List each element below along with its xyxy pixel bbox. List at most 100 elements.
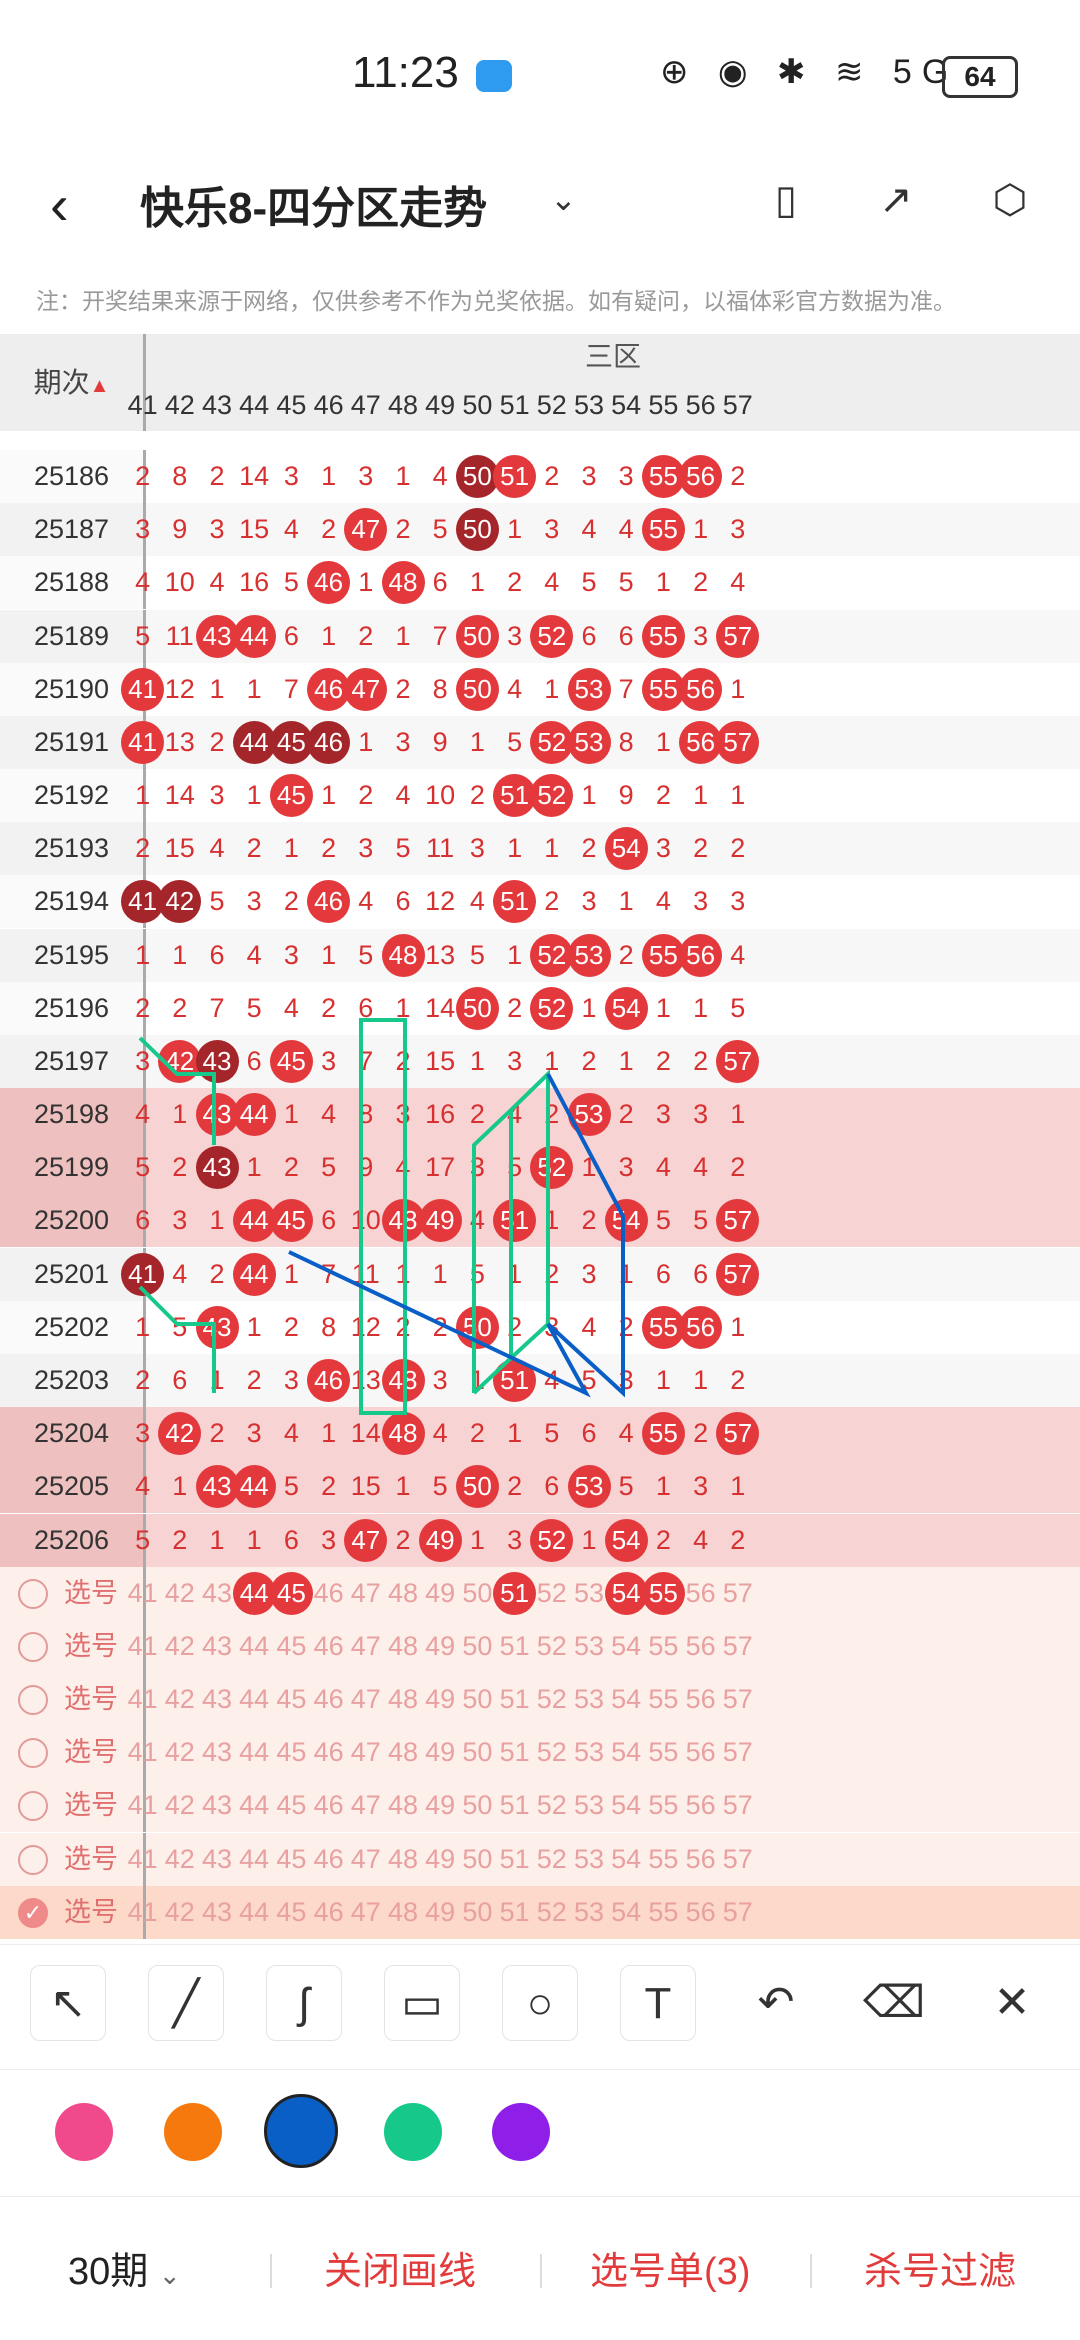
message-notification-icon <box>476 60 512 92</box>
number-ball: 50 <box>455 986 499 1030</box>
number-ball: 43 <box>195 1039 239 1083</box>
omission-value: 48 <box>387 1630 418 1661</box>
omission-value: 4 <box>135 1099 151 1130</box>
radio-icon[interactable] <box>18 1685 48 1716</box>
omission-value: 54 <box>611 1896 642 1927</box>
clear-tool-button[interactable]: ✕ <box>974 1965 1050 2041</box>
omission-value: 3 <box>581 886 597 917</box>
curve-tool-button[interactable]: ʃ <box>266 1965 342 2041</box>
checked-radio-icon[interactable]: ✓ <box>18 1897 48 1928</box>
omission-value: 52 <box>536 1577 567 1608</box>
omission-value: 12 <box>164 673 195 704</box>
settings-icon[interactable]: ⬡ <box>984 174 1036 226</box>
column-header: 54 <box>611 390 642 420</box>
omission-value: 57 <box>722 1577 753 1608</box>
eraser-tool-button[interactable]: ⌫ <box>856 1965 932 2041</box>
number-ball: 57 <box>716 1252 760 1296</box>
color-swatch[interactable] <box>384 2103 442 2161</box>
radio-icon[interactable] <box>18 1578 48 1609</box>
table-row[interactable]: 25197 3 42 43 6 45 3 7 2 15 1 3 1 2 1 2 2 57 <box>0 1034 1080 1088</box>
select-row[interactable]: 选号 41 42 43 44 45 46 47 48 49 50 51 52 53 54 55 56 57 <box>0 1566 1080 1620</box>
table-row[interactable]: 25188 4 10 4 16 5 46 1 48 6 1 2 4 5 5 1 2 4 <box>0 556 1080 610</box>
table-row[interactable]: 25199 5 2 43 1 2 5 9 4 17 3 5 52 1 3 4 4 2 <box>0 1141 1080 1195</box>
select-row[interactable]: 选号 41 42 43 44 45 46 47 48 49 50 51 52 53 54 55 56 57 <box>0 1779 1080 1833</box>
table-row[interactable]: 25201 41 4 2 44 1 7 11 1 1 5 1 2 3 1 6 6 57 <box>0 1247 1080 1301</box>
table-row[interactable]: 25206 5 2 1 1 6 3 47 2 49 1 3 52 1 54 2 4 2 <box>0 1513 1080 1567</box>
close-lines-button[interactable]: 关闭画线 <box>324 2240 476 2295</box>
color-swatch[interactable] <box>264 2094 338 2168</box>
select-row[interactable]: 选号 41 42 43 44 45 46 47 48 49 50 51 52 53 54 55 56 57 <box>0 1726 1080 1780</box>
table-row[interactable]: 25192 1 14 3 1 45 1 2 4 10 2 51 52 1 9 2 1 1 <box>0 769 1080 823</box>
omission-value: 7 <box>209 992 225 1023</box>
omission-value: 2 <box>358 620 374 651</box>
omission-value: 1 <box>209 1524 225 1555</box>
table-row[interactable]: 25205 4 1 43 44 5 2 15 1 5 50 2 6 53 5 1 3 1 <box>0 1460 1080 1514</box>
omission-value: 2 <box>655 780 671 811</box>
period-select[interactable]: 30期 ⌄ <box>68 2240 181 2295</box>
arrow-tool-button[interactable]: ↖ <box>30 1965 106 2041</box>
table-row[interactable]: 25204 3 42 2 3 4 1 14 48 4 2 1 5 6 4 55 2 57 <box>0 1407 1080 1461</box>
omission-value: 1 <box>618 886 634 917</box>
select-row[interactable]: ✓ 选号 41 42 43 44 45 46 47 48 49 50 51 52 53 54 55 56 57 <box>0 1885 1080 1939</box>
omission-value: 3 <box>618 1152 634 1183</box>
page-title[interactable]: 快乐8-四分区走势 <box>140 172 487 236</box>
omission-value: 3 <box>655 1099 671 1130</box>
omission-value: 10 <box>350 1205 381 1236</box>
table-row[interactable]: 25189 5 11 43 44 6 1 2 1 7 50 3 52 6 6 55 3 57 <box>0 609 1080 663</box>
omission-value: 43 <box>201 1737 232 1768</box>
line-tool-button[interactable]: ╱ <box>148 1965 224 2041</box>
omission-value: 44 <box>239 1737 270 1768</box>
share-icon[interactable]: ↗ <box>870 174 922 226</box>
table-row[interactable]: 25190 41 12 1 1 7 46 47 2 8 50 4 1 53 7 55 56 1 <box>0 662 1080 716</box>
omission-value: 3 <box>246 886 262 917</box>
omission-value: 46 <box>313 1896 344 1927</box>
omission-value: 49 <box>425 1577 456 1608</box>
color-swatch[interactable] <box>164 2103 222 2161</box>
table-row[interactable]: 25193 2 15 4 2 1 2 3 5 11 3 1 1 2 54 3 2 2 <box>0 822 1080 876</box>
table-row[interactable]: 25187 3 9 3 15 4 2 47 2 5 50 1 3 4 4 55 1 3 <box>0 503 1080 557</box>
chevron-down-icon[interactable]: ⌄ <box>550 180 577 218</box>
omission-value: 46 <box>313 1737 344 1768</box>
number-ball: 52 <box>530 933 574 977</box>
omission-value: 2 <box>321 992 337 1023</box>
color-swatch[interactable] <box>492 2103 550 2161</box>
omission-value: 2 <box>507 992 523 1023</box>
number-ball: 52 <box>530 614 574 658</box>
omission-value: 2 <box>321 1471 337 1502</box>
table-row[interactable]: 25186 2 8 2 14 3 1 3 1 4 50 51 2 3 3 55 56 2 <box>0 450 1080 503</box>
pick-list-button[interactable]: 选号单(3) <box>590 2240 750 2295</box>
table-row[interactable]: 25200 6 3 1 44 45 6 10 48 49 4 51 1 2 54 5 5 57 <box>0 1194 1080 1248</box>
text-tool-button[interactable]: T <box>620 1965 696 2041</box>
kill-filter-button[interactable]: 杀号过滤 <box>864 2240 1016 2295</box>
back-icon[interactable]: ‹ <box>50 172 69 237</box>
omission-value: 3 <box>581 461 597 491</box>
color-swatch[interactable] <box>55 2103 113 2161</box>
rectangle-tool-button[interactable]: ▭ <box>384 1965 460 2041</box>
column-header: 44 <box>239 390 270 420</box>
radio-icon[interactable] <box>18 1791 48 1822</box>
select-row[interactable]: 选号 41 42 43 44 45 46 47 48 49 50 51 52 53 54 55 56 57 <box>0 1832 1080 1886</box>
circle-tool-button[interactable]: ○ <box>502 1965 578 2041</box>
omission-value: 10 <box>164 567 195 598</box>
table-row[interactable]: 25196 2 2 7 5 4 2 6 1 14 50 2 52 1 54 1 1 5 <box>0 981 1080 1035</box>
table-row[interactable]: 25203 2 6 1 2 3 46 13 48 3 1 51 4 5 3 1 1 2 <box>0 1353 1080 1407</box>
table-row[interactable]: 25195 1 1 6 4 3 1 5 48 13 5 1 52 53 2 55 56 4 <box>0 928 1080 982</box>
radio-icon[interactable] <box>18 1844 48 1875</box>
table-row[interactable]: 25194 41 42 5 3 2 46 4 6 12 4 51 2 3 1 4 3 3 <box>0 875 1080 929</box>
radio-icon[interactable] <box>18 1631 48 1662</box>
table-row[interactable]: 25202 1 5 43 1 2 8 12 2 2 50 2 3 4 2 55 56 1 <box>0 1300 1080 1354</box>
table-row[interactable]: 25198 4 1 43 44 1 4 8 3 16 2 4 2 53 2 3 3 1 <box>0 1088 1080 1142</box>
trend-table[interactable]: 期次▲ 三区 41 42 43 44 45 46 47 48 49 50 51 52 53 54 55 56 5… <box>0 334 1080 1944</box>
omission-value: 6 <box>581 1418 597 1449</box>
undo-tool-button[interactable]: ↶ <box>738 1965 814 2041</box>
table-row[interactable]: 25191 41 13 2 44 45 46 1 3 9 1 5 52 53 8 1 56 57 <box>0 715 1080 769</box>
select-row[interactable]: 选号 41 42 43 44 45 46 47 48 49 50 51 52 53 54 55 56 57 <box>0 1619 1080 1673</box>
device-switch-icon[interactable]: ▯ <box>760 174 812 226</box>
omission-value: 1 <box>655 1364 671 1395</box>
omission-value: 1 <box>209 1205 225 1236</box>
sort-icon[interactable]: ▲ <box>90 375 110 397</box>
radio-icon[interactable] <box>18 1738 48 1769</box>
number-ball: 44 <box>232 1093 276 1137</box>
select-row[interactable]: 选号 41 42 43 44 45 46 47 48 49 50 51 52 53 54 55 56 57 <box>0 1673 1080 1727</box>
omission-value: 55 <box>648 1737 679 1768</box>
